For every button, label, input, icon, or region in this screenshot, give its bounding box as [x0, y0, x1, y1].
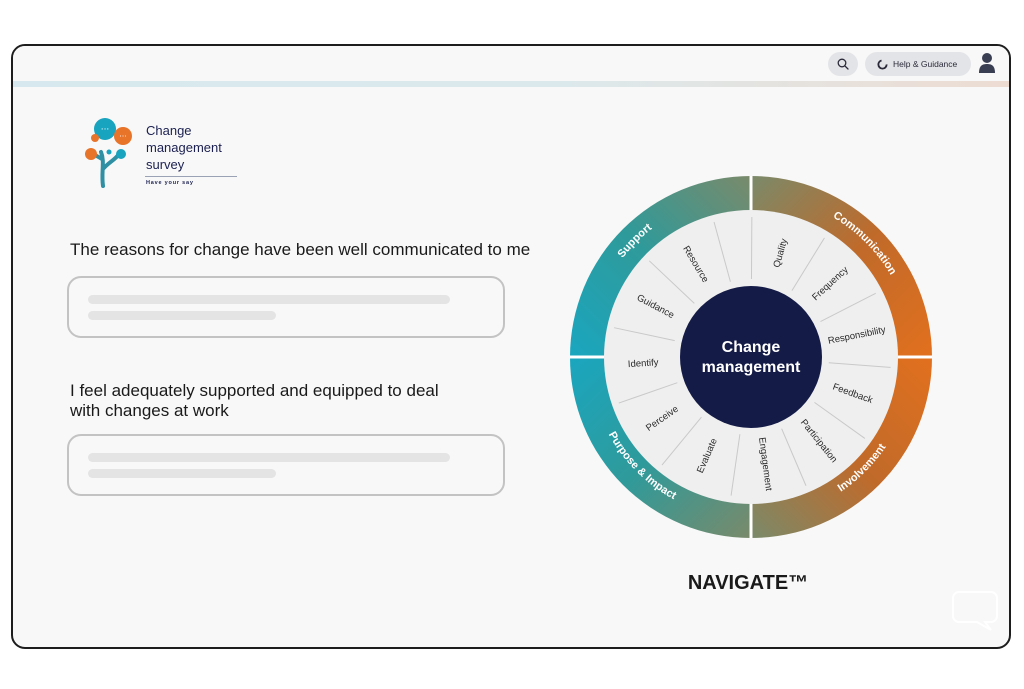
app-window: Help & Guidance ··· ··· Change managemen…	[11, 44, 1011, 649]
user-icon[interactable]	[978, 52, 996, 74]
question-2-line-1: I feel adequately supported and equipped…	[70, 381, 439, 400]
logo-line-1: Change	[146, 123, 192, 138]
help-guidance-label: Help & Guidance	[893, 59, 958, 69]
question-1: The reasons for change have been well co…	[70, 240, 531, 259]
placeholder-line	[88, 311, 276, 320]
svg-text:···: ···	[119, 132, 127, 141]
navigate-brand: NAVIGATE™	[687, 572, 809, 594]
answer-input-2[interactable]	[67, 434, 505, 496]
svg-text:···: ···	[101, 125, 110, 135]
header-divider	[13, 81, 1009, 87]
logo-line-2: management	[146, 140, 222, 155]
survey-logo: ··· ··· Change management survey Have yo…	[81, 114, 251, 194]
chat-bubble-icon[interactable]	[951, 590, 999, 632]
question-2: I feel adequately supported and equipped…	[70, 381, 580, 421]
wheel-center-line-1: Change	[722, 339, 781, 356]
placeholder-line	[88, 453, 450, 462]
spinner-icon	[877, 58, 888, 70]
wheel-item-identify[interactable]: Identify	[628, 357, 660, 370]
logo-divider	[145, 176, 237, 177]
search-button[interactable]	[828, 52, 858, 76]
placeholder-line	[88, 469, 276, 478]
question-2-line-2: with changes at work	[70, 401, 229, 420]
top-bar: Help & Guidance	[13, 46, 1009, 82]
logo-line-3: survey	[146, 157, 185, 172]
wheel-center	[680, 286, 822, 428]
logo-tagline: Have your say	[146, 180, 194, 186]
search-icon	[837, 58, 849, 70]
help-guidance-button[interactable]: Help & Guidance	[865, 52, 971, 76]
navigate-wheel: Change management Communication Involvem…	[570, 176, 932, 538]
answer-input-1[interactable]	[67, 276, 505, 338]
placeholder-line	[88, 295, 450, 304]
tree-logo-icon: ··· ···	[85, 118, 132, 188]
wheel-center-line-2: management	[702, 359, 801, 376]
